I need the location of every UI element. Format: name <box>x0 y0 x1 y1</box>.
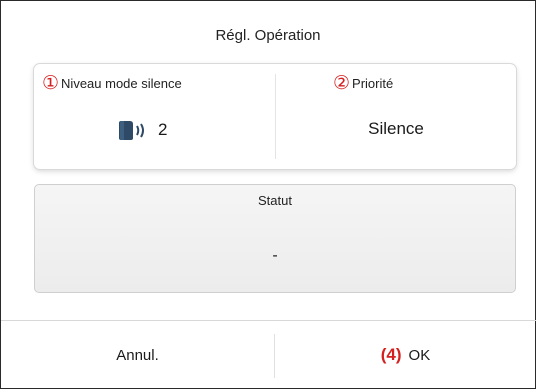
annotation-marker-4: (4) <box>380 345 402 364</box>
silent-level-label: Niveau mode silence <box>61 76 182 91</box>
annotation-marker-1: ① <box>42 73 60 94</box>
cancel-button[interactable]: Annul. <box>1 321 274 389</box>
fan-sound-icon <box>116 119 150 141</box>
settings-card: ① Niveau mode silence 2 ② Priorité Silen… <box>34 64 516 169</box>
priority-value: Silence <box>368 119 424 138</box>
status-label: Statut <box>258 193 292 208</box>
ok-button[interactable]: (4) OK <box>275 321 536 389</box>
priority-header: ② Priorité <box>333 74 393 93</box>
silent-level-value: 2 <box>158 120 168 139</box>
dialog-title: Régl. Opération <box>215 27 321 44</box>
status-value: - <box>272 247 278 264</box>
priority-setting[interactable]: ② Priorité Silence <box>276 64 516 169</box>
silent-level-header: ① Niveau mode silence <box>42 74 182 93</box>
cancel-button-label: Annul. <box>116 346 159 364</box>
status-panel: Statut - <box>34 184 516 293</box>
annotation-marker-2: ② <box>333 73 351 94</box>
dialog-frame: Régl. Opération ① Niveau mode silence 2 <box>0 0 536 389</box>
ok-button-label: OK <box>408 346 431 364</box>
priority-label: Priorité <box>352 76 394 91</box>
silent-level-value-row: 2 <box>116 119 167 141</box>
silent-level-setting[interactable]: ① Niveau mode silence 2 <box>34 64 275 169</box>
